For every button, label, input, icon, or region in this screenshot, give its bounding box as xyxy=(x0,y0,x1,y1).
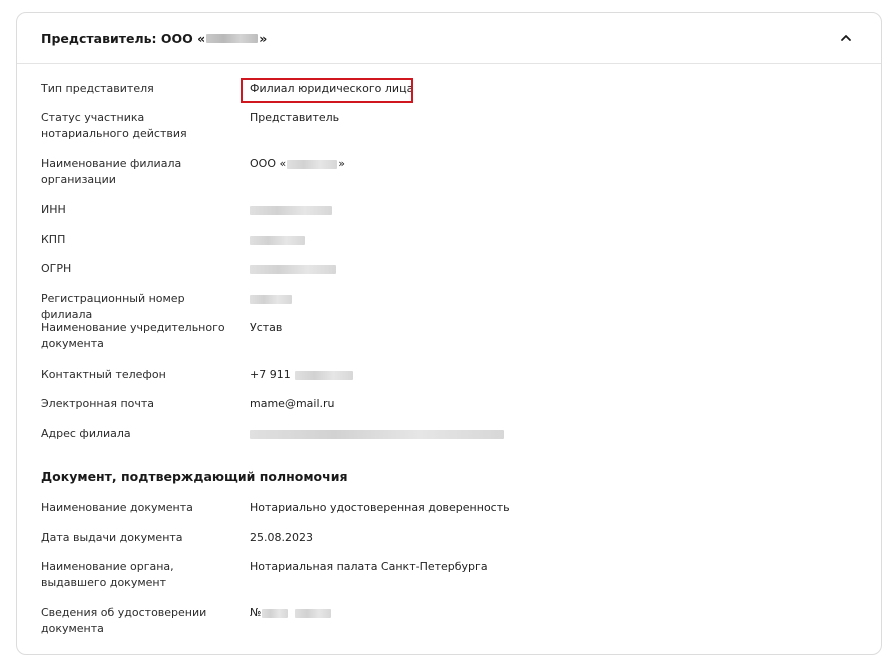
redacted-branch-name xyxy=(287,159,338,169)
certification-prefix: № xyxy=(250,606,262,619)
contact-phone-prefix: +7 911 xyxy=(250,368,291,381)
redacted-phone xyxy=(294,370,353,380)
branch-address-label: Адрес филиала xyxy=(41,427,131,440)
card-header[interactable]: Представитель: ООО « » xyxy=(17,13,881,64)
founding-document-value: Устав xyxy=(250,321,283,334)
redacted-address xyxy=(250,430,504,439)
kpp-value xyxy=(250,232,305,245)
card-title-prefix: Представитель: ООО « xyxy=(41,30,206,46)
founding-document-label: Наименование учредительного документа xyxy=(41,321,225,350)
ogrn-label: ОГРН xyxy=(41,262,72,275)
redacted-ogrn xyxy=(250,265,336,274)
branch-reg-number-value xyxy=(250,291,292,304)
redacted-reg-number xyxy=(250,295,292,304)
collapse-button[interactable] xyxy=(835,27,857,49)
issue-date-label: Дата выдачи документа xyxy=(41,531,183,544)
contact-phone-value: +7 911 xyxy=(250,367,353,383)
ogrn-value xyxy=(250,261,336,274)
branch-name-value: ООО « » xyxy=(250,156,345,172)
authority-document-section-title: Документ, подтверждающий полномочия xyxy=(41,469,348,484)
issuing-authority-value: Нотариальная палата Санкт-Петербурга xyxy=(250,560,488,573)
redacted-org-name xyxy=(206,33,259,43)
participant-status-value: Представитель xyxy=(250,111,340,124)
branch-address-value xyxy=(250,426,504,439)
highlight-frame xyxy=(241,78,413,103)
representative-type-label: Тип представителя xyxy=(41,82,154,95)
participant-status-label: Статус участника нотариального действия xyxy=(41,111,187,140)
redacted-certification-series xyxy=(262,608,289,618)
document-name-value: Нотариально удостоверенная доверенность xyxy=(250,501,510,514)
issue-date-value: 25.08.2023 xyxy=(250,531,313,544)
email-label: Электронная почта xyxy=(41,397,155,410)
chevron-up-icon xyxy=(841,35,851,41)
certification-value: № xyxy=(250,605,332,621)
card-title-suffix: » xyxy=(259,30,268,46)
certification-label: Сведения об удостоверении документа xyxy=(41,606,207,635)
issuing-authority-label: Наименование органа, выдавшего документ xyxy=(41,560,174,589)
redacted-kpp xyxy=(250,236,305,245)
card-title: Представитель: ООО « » xyxy=(41,31,267,46)
branch-name-suffix: » xyxy=(338,157,345,170)
redacted-certification-number xyxy=(295,608,332,618)
branch-name-prefix: ООО « xyxy=(250,157,287,170)
kpp-label: КПП xyxy=(41,233,66,246)
email-value: mame@mail.ru xyxy=(250,397,335,410)
document-name-label: Наименование документа xyxy=(41,501,193,514)
inn-label: ИНН xyxy=(41,203,66,216)
contact-phone-label: Контактный телефон xyxy=(41,368,166,381)
branch-reg-number-label: Регистрационный номер филиала xyxy=(41,292,185,321)
branch-name-label: Наименование филиала организации xyxy=(41,157,182,186)
redacted-inn xyxy=(250,206,332,215)
inn-value xyxy=(250,202,332,215)
